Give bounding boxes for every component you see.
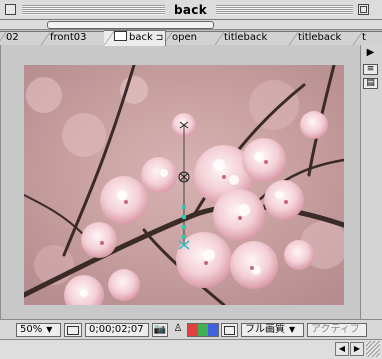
zoom-value: 50% (20, 324, 43, 335)
horizontal-scrollbar[interactable]: ◀ ▶ (0, 339, 382, 359)
status-bar: 50% ▼ 0;00;02;07 📷 ♙ フル画質 ▼ アクティブ (0, 319, 382, 339)
tab-bar: 02 front03 back ⊐ open titleback titlebac… (0, 30, 382, 46)
title-bar[interactable]: back (0, 0, 382, 20)
title-stripes-left (22, 5, 165, 15)
region-button[interactable] (221, 323, 238, 337)
tab-label: back (129, 32, 153, 43)
active-camera-label: アクティブ (311, 324, 360, 335)
timecode-field[interactable]: 0;00;02;07 (85, 323, 149, 337)
composition-viewer[interactable] (24, 65, 344, 305)
chevron-down-icon: ▼ (289, 325, 296, 334)
tab-scroll-strip[interactable] (0, 20, 382, 30)
resolution-value: フル画質 (245, 324, 285, 335)
tab-titleback-2[interactable]: titleback (288, 31, 362, 45)
tab-front03[interactable]: front03 (40, 31, 114, 45)
tab-scroll-thumb[interactable] (47, 21, 214, 29)
expand-arrow-icon[interactable]: ▶ (363, 48, 378, 59)
safe-area-icon (67, 326, 79, 335)
resize-grip[interactable] (366, 341, 380, 357)
mask-toggle[interactable]: ♙ (171, 323, 185, 337)
snapshot-button[interactable]: 📷 (152, 323, 168, 337)
tab-back[interactable]: back ⊐ (104, 30, 166, 46)
channel-icon (188, 324, 218, 336)
tab-t[interactable]: t (352, 31, 382, 45)
region-icon (224, 326, 235, 335)
tab-label: front03 (50, 32, 87, 43)
zoom-box[interactable] (358, 4, 369, 15)
menu-icon[interactable]: ≡ (363, 64, 378, 75)
tab-label: 02 (6, 32, 19, 43)
tab-titleback-1[interactable]: titleback (214, 31, 296, 45)
scroll-left-icon[interactable]: ◀ (335, 342, 349, 356)
timecode-value: 0;00;02;07 (89, 324, 144, 335)
camera-icon: 📷 (153, 324, 167, 335)
right-panel: ▶ ≡ ▤ (360, 45, 382, 319)
active-camera-dropdown[interactable]: アクティブ (307, 323, 367, 337)
composition-icon (114, 31, 127, 41)
close-box[interactable] (5, 4, 16, 15)
window-title: back (174, 3, 207, 17)
tab-label: open (172, 32, 197, 43)
chevron-down-icon: ▼ (46, 325, 53, 334)
tab-label: titleback (224, 32, 268, 43)
title-stripes-right (216, 5, 353, 15)
channel-button[interactable] (187, 323, 219, 337)
tab-label: t (362, 32, 366, 43)
tab-close-icon[interactable]: ⊐ (156, 33, 164, 43)
tab-label: titleback (298, 32, 342, 43)
cherry-blossom-image (24, 65, 344, 305)
resolution-dropdown[interactable]: フル画質 ▼ (241, 323, 304, 337)
scroll-right-icon[interactable]: ▶ (350, 342, 364, 356)
layers-icon[interactable]: ▤ (363, 78, 378, 89)
person-icon: ♙ (173, 323, 183, 334)
safe-area-button[interactable] (64, 323, 82, 337)
zoom-dropdown[interactable]: 50% ▼ (16, 323, 61, 337)
